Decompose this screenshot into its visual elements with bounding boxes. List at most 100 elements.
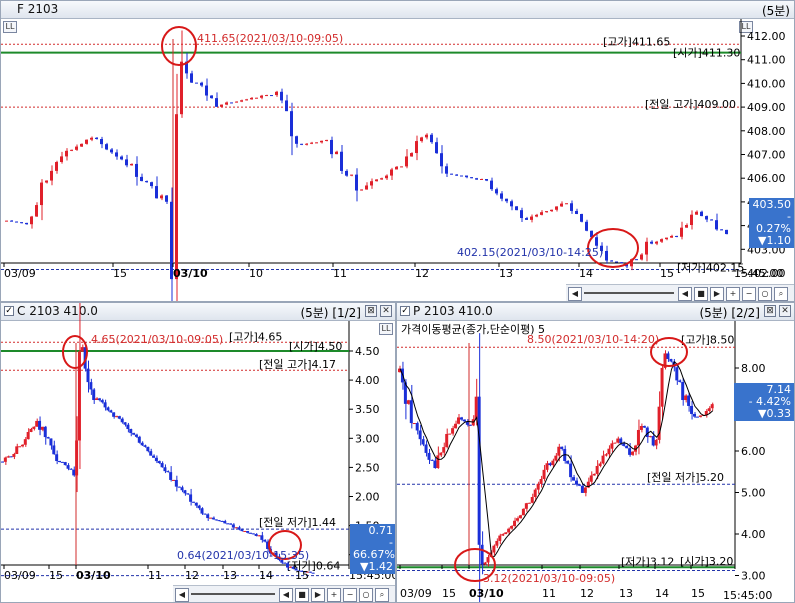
top-candle (95, 137, 98, 139)
top-candle (325, 139, 328, 141)
put-ytick-label: 8.00 (741, 362, 766, 375)
call-zoom-out-icon[interactable]: − (343, 588, 357, 602)
put-candle (430, 459, 434, 461)
top-candle (150, 182, 153, 187)
top-candle (400, 166, 403, 168)
top-candle (140, 176, 143, 182)
call-candle (86, 368, 90, 383)
call-zoom-reset-icon[interactable]: ○ (359, 588, 373, 602)
call-candle-chart[interactable]: 4.504.003.503.002.502.001.501.00[고가]4.65… (1, 303, 396, 603)
put-candle (580, 485, 584, 493)
top-candle (395, 166, 398, 170)
put-candle (698, 415, 702, 417)
put-candle-chart[interactable]: 8.007.006.005.004.003.00가격이동평균(종가,단순이평) … (397, 303, 795, 603)
top-candle (280, 91, 283, 101)
call-zoom-in-icon[interactable]: + (327, 588, 341, 602)
top-candle (405, 156, 408, 167)
call-scroll-track[interactable] (191, 593, 275, 595)
top-candle (130, 163, 133, 166)
call-xtick-label: 03/10 (76, 569, 111, 582)
top-candle (350, 174, 353, 176)
put-high-label: [고가]8.50 (681, 333, 734, 346)
call-candle (12, 453, 16, 457)
stop-icon[interactable]: ■ (694, 287, 708, 301)
call-candle (49, 438, 53, 446)
call-candle (308, 571, 312, 573)
top-candle (385, 175, 388, 179)
top-candle (215, 98, 218, 107)
call-candle (38, 420, 42, 430)
call-candle (20, 444, 24, 447)
top-ytick-label: 408.00 (747, 125, 786, 138)
put-chg: ▼0.33 (758, 407, 791, 420)
put-candle (598, 463, 602, 466)
top-candle (355, 174, 358, 191)
futures-navigation-bar: ◀ ◀ ■ ▶ + − ○ ⌕ (566, 284, 794, 301)
call-current-price-box: 0.71 - 66.67% ▼1.42 (350, 524, 395, 574)
call-candle (172, 479, 175, 481)
put-candle (462, 419, 466, 422)
top-candle (120, 156, 123, 160)
top-candle (565, 203, 568, 205)
top-candle (710, 219, 713, 221)
top-candle (20, 222, 23, 224)
put-candle (710, 404, 714, 409)
put-candle (427, 452, 431, 460)
put-candle (501, 534, 505, 536)
call-prev-icon[interactable]: ◀ (279, 588, 293, 602)
call-next-icon[interactable]: ▶ (311, 588, 325, 602)
call-candle (209, 517, 213, 519)
call-candle (129, 429, 133, 434)
put-current-price-box: 7.14 - 4.42% ▼0.33 (734, 383, 794, 421)
call-candle (220, 520, 224, 522)
zoom-reset-icon[interactable]: ○ (758, 287, 772, 301)
call-chg: ▼1.42 (360, 560, 393, 573)
futures-candle-chart[interactable]: 412.00 411.00 410.00 409.00 408.00 407.00 406.… (1, 1, 795, 302)
search-icon[interactable]: ⌕ (774, 287, 788, 301)
put-candle (510, 525, 514, 529)
top-candle (195, 82, 198, 84)
call-candle (229, 523, 232, 525)
top-candle (155, 186, 158, 199)
put-candle (695, 416, 699, 418)
top-candle (265, 95, 268, 97)
put-candle (418, 430, 422, 440)
put-candle (610, 443, 614, 449)
top-candle (580, 213, 583, 222)
call-scroll-left-icon[interactable]: ◀ (175, 588, 189, 602)
put-candle (622, 443, 626, 446)
put-candle (616, 438, 620, 443)
call-candle (263, 539, 267, 542)
top-max-note: 411.65(2021/03/10-09:05) (197, 32, 343, 45)
call-stop-icon[interactable]: ■ (295, 588, 309, 602)
call-search-icon[interactable]: ⌕ (375, 588, 389, 602)
top-candle (310, 142, 313, 144)
call-candle (69, 468, 73, 470)
call-candle (243, 531, 247, 533)
scroll-left-icon[interactable]: ◀ (568, 287, 582, 301)
top-candle (135, 163, 138, 177)
call-ytick-label: 2.00 (355, 491, 380, 504)
call-candle (60, 461, 64, 463)
zoom-in-icon[interactable]: + (726, 287, 740, 301)
top-ytick-label: 406.00 (747, 172, 786, 185)
call-candle (311, 572, 315, 574)
put-candle (636, 429, 640, 446)
prev-icon[interactable]: ◀ (678, 287, 692, 301)
call-candle (137, 436, 141, 443)
call-candle (283, 562, 287, 564)
top-candle (585, 221, 588, 231)
put-candle (613, 442, 617, 444)
call-candle (103, 402, 107, 408)
top-candle (460, 175, 463, 177)
scroll-track[interactable] (584, 292, 674, 294)
next-icon[interactable]: ▶ (710, 287, 724, 301)
call-candle (254, 534, 258, 536)
top-candle (645, 241, 648, 255)
zoom-out-icon[interactable]: − (742, 287, 756, 301)
top-candle (425, 134, 428, 138)
top-candle (610, 260, 613, 262)
call-candle (223, 521, 227, 524)
put-candle (507, 528, 511, 533)
call-candle (72, 469, 76, 476)
